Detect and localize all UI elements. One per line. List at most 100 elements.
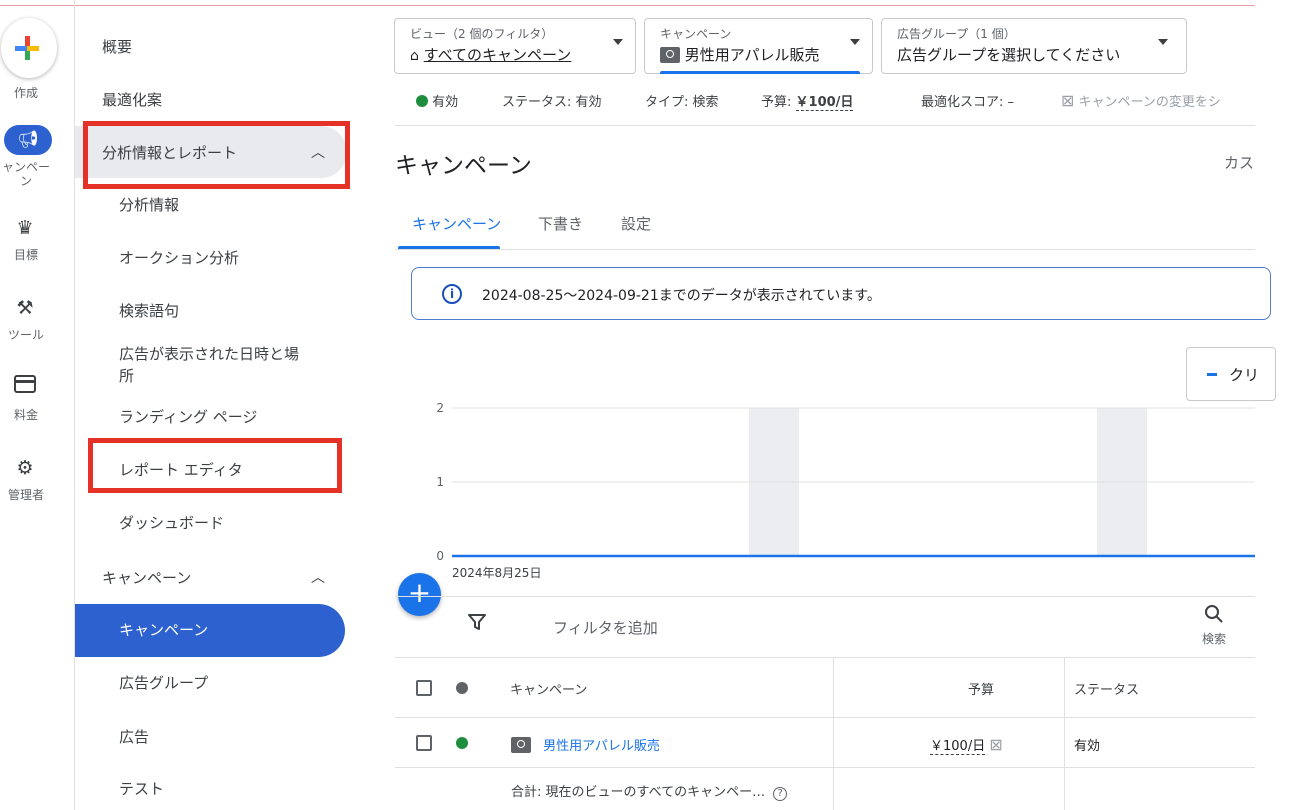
view-selector-label: ビュー（2 個のフィルタ） bbox=[410, 27, 554, 41]
row-budget-cell[interactable]: ￥100/日 ⊠ bbox=[930, 735, 1003, 755]
total-row: 合計: 現在のビューのすべてのキャンペー…? bbox=[511, 781, 788, 801]
add-campaign-button[interactable]: + bbox=[398, 573, 441, 616]
view-selector[interactable]: ビュー（2 個のフィルタ） ⌂ すべてのキャンペーン bbox=[394, 18, 636, 74]
row-budget-value[interactable]: ￥100/日 bbox=[930, 739, 986, 755]
metric-legend-button[interactable]: クリ bbox=[1186, 347, 1276, 401]
rail-billing-label: 料金 bbox=[13, 408, 38, 422]
opt-score[interactable]: 最適化スコア: – bbox=[921, 91, 1014, 110]
nav-recommendations[interactable]: 最適化案 bbox=[102, 89, 162, 110]
x-tick-label: 2024年8月25日 bbox=[452, 566, 541, 580]
tab-settings[interactable]: 設定 bbox=[621, 213, 651, 234]
add-filter-text[interactable]: フィルタを追加 bbox=[553, 617, 658, 638]
divider bbox=[395, 596, 1255, 597]
search-label: 検索 bbox=[1201, 632, 1226, 646]
search-button[interactable]: 検索 bbox=[1199, 604, 1229, 647]
search-campaign-icon bbox=[511, 737, 531, 753]
status-text: ステータス: 有効 bbox=[502, 95, 602, 110]
search-icon bbox=[1205, 605, 1223, 623]
column-divider bbox=[833, 658, 834, 810]
tab-drafts[interactable]: 下書き bbox=[538, 213, 583, 234]
campaign-change-text: キャンペーンの変更をシ bbox=[1078, 95, 1221, 110]
nav-campaigns[interactable]: キャンペーン bbox=[119, 620, 208, 640]
header-status[interactable]: ステータス bbox=[1074, 679, 1139, 698]
performance-chart: 2 1 0 2024年8月25日 bbox=[436, 401, 1255, 580]
caret-down-icon bbox=[1158, 39, 1168, 45]
nav-insights[interactable]: 分析情報 bbox=[119, 195, 179, 215]
nav-campaigns-group[interactable]: キャンペーン bbox=[102, 567, 191, 588]
caret-down-icon bbox=[613, 39, 623, 45]
nav-ads[interactable]: 広告 bbox=[119, 727, 149, 747]
status-header-dot-icon bbox=[456, 682, 468, 694]
view-selector-value: すべてのキャンペーン bbox=[423, 46, 572, 64]
nav-landing-pages[interactable]: ランディング ページ bbox=[119, 407, 257, 427]
adgroup-selector-value: 広告グループを選択してください bbox=[897, 46, 1121, 64]
highlight-box-report-editor bbox=[88, 438, 342, 493]
header-budget[interactable]: 予算 bbox=[968, 679, 994, 698]
column-divider bbox=[1064, 658, 1065, 810]
row-divider bbox=[395, 767, 1255, 768]
green-dot-icon bbox=[416, 95, 428, 107]
budget-value[interactable]: ￥100/日 bbox=[795, 95, 854, 111]
create-button[interactable] bbox=[1, 18, 57, 78]
image-off-icon: ⊠ bbox=[1061, 91, 1075, 110]
caret-down-icon bbox=[850, 39, 860, 45]
divider bbox=[395, 249, 1255, 250]
create-label: 作成 bbox=[13, 86, 38, 100]
y-tick-label: 2 bbox=[436, 401, 444, 415]
row-divider bbox=[395, 717, 1255, 718]
header-campaign[interactable]: キャンペーン bbox=[510, 679, 587, 698]
nav-when-where-ads-showed-2[interactable]: 所 bbox=[119, 366, 134, 386]
enabled-status-dot-icon bbox=[456, 737, 468, 749]
customize-link[interactable]: カス bbox=[1224, 152, 1254, 173]
home-icon: ⌂ bbox=[410, 48, 419, 64]
rail-goals-label: 目標 bbox=[13, 248, 38, 262]
nav-auction-insights[interactable]: オークション分析 bbox=[119, 248, 239, 268]
campaign-change-link[interactable]: ⊠ キャンペーンの変更をシ bbox=[1061, 91, 1255, 110]
rail-campaigns-label-1: ャンペー bbox=[1, 160, 50, 174]
image-off-icon: ⊠ bbox=[989, 735, 1003, 754]
trophy-icon[interactable]: ♛ bbox=[12, 215, 38, 241]
nav-ad-groups[interactable]: 広告グループ bbox=[119, 673, 208, 693]
highlight-box-insights bbox=[83, 121, 350, 189]
nav-when-where-ads-showed[interactable]: 広告が表示された日時と場 bbox=[119, 344, 299, 364]
gear-icon[interactable]: ⚙ bbox=[12, 455, 38, 481]
view-selector-value-wrap: ⌂ すべてのキャンペーン bbox=[410, 44, 571, 65]
credit-card-icon[interactable] bbox=[12, 374, 38, 400]
left-rail: 作成 📢︎ ャンペー ン ♛ 目標 ⚒ ツール 料金 ⚙ 管理者 bbox=[0, 0, 75, 810]
rail-campaigns-button[interactable]: 📢︎ bbox=[4, 125, 52, 155]
row-campaign-link[interactable]: 男性用アパレル販売 bbox=[543, 739, 660, 754]
nav-search-terms[interactable]: 検索語句 bbox=[119, 301, 179, 321]
row-campaign-cell: 男性用アパレル販売 bbox=[511, 735, 660, 754]
page-title: キャンペーン bbox=[395, 153, 532, 179]
chevron-up-icon[interactable]: ︿ bbox=[311, 567, 325, 587]
table-top-border bbox=[395, 657, 1255, 658]
row-checkbox[interactable] bbox=[416, 735, 432, 751]
rail-campaigns-label-2: ン bbox=[19, 174, 32, 188]
legend-line-icon bbox=[1207, 373, 1217, 376]
tab-campaigns[interactable]: キャンペーン bbox=[412, 213, 501, 234]
filter-icon[interactable] bbox=[468, 613, 486, 631]
plus-icon-bar bbox=[15, 46, 39, 51]
nav-experiments[interactable]: テスト bbox=[119, 779, 164, 799]
y-tick-label: 1 bbox=[436, 475, 444, 489]
enabled-indicator: 有効 bbox=[416, 91, 458, 110]
date-range-info: i 2024-08-25～2024-09-21までのデータが表示されています。 bbox=[411, 267, 1271, 320]
date-range-text: 2024-08-25～2024-09-21までのデータが表示されています。 bbox=[482, 288, 881, 304]
budget-indicator[interactable]: 予算: ￥100/日 bbox=[761, 91, 854, 111]
nav-overview[interactable]: 概要 bbox=[102, 36, 132, 57]
help-icon[interactable]: ? bbox=[773, 787, 788, 801]
campaign-selector-label: キャンペーン bbox=[660, 27, 732, 41]
campaign-selector[interactable]: キャンペーン 男性用アパレル販売 bbox=[644, 18, 873, 74]
rail-tools-label: ツール bbox=[7, 328, 44, 342]
y-tick-label: 0 bbox=[436, 549, 444, 563]
search-campaign-icon bbox=[660, 47, 680, 63]
nav-campaigns-active-bg[interactable] bbox=[75, 604, 345, 657]
rail-admin-label: 管理者 bbox=[7, 488, 44, 502]
select-all-checkbox[interactable] bbox=[416, 680, 432, 696]
adgroup-selector[interactable]: 広告グループ（1 個） 広告グループを選択してください bbox=[881, 18, 1187, 74]
tools-icon[interactable]: ⚒ bbox=[12, 295, 38, 321]
nav-dashboards[interactable]: ダッシュボード bbox=[119, 513, 224, 533]
info-icon: i bbox=[442, 284, 462, 304]
megaphone-icon: 📢︎ bbox=[17, 130, 39, 150]
legend-text: クリ bbox=[1229, 366, 1260, 384]
